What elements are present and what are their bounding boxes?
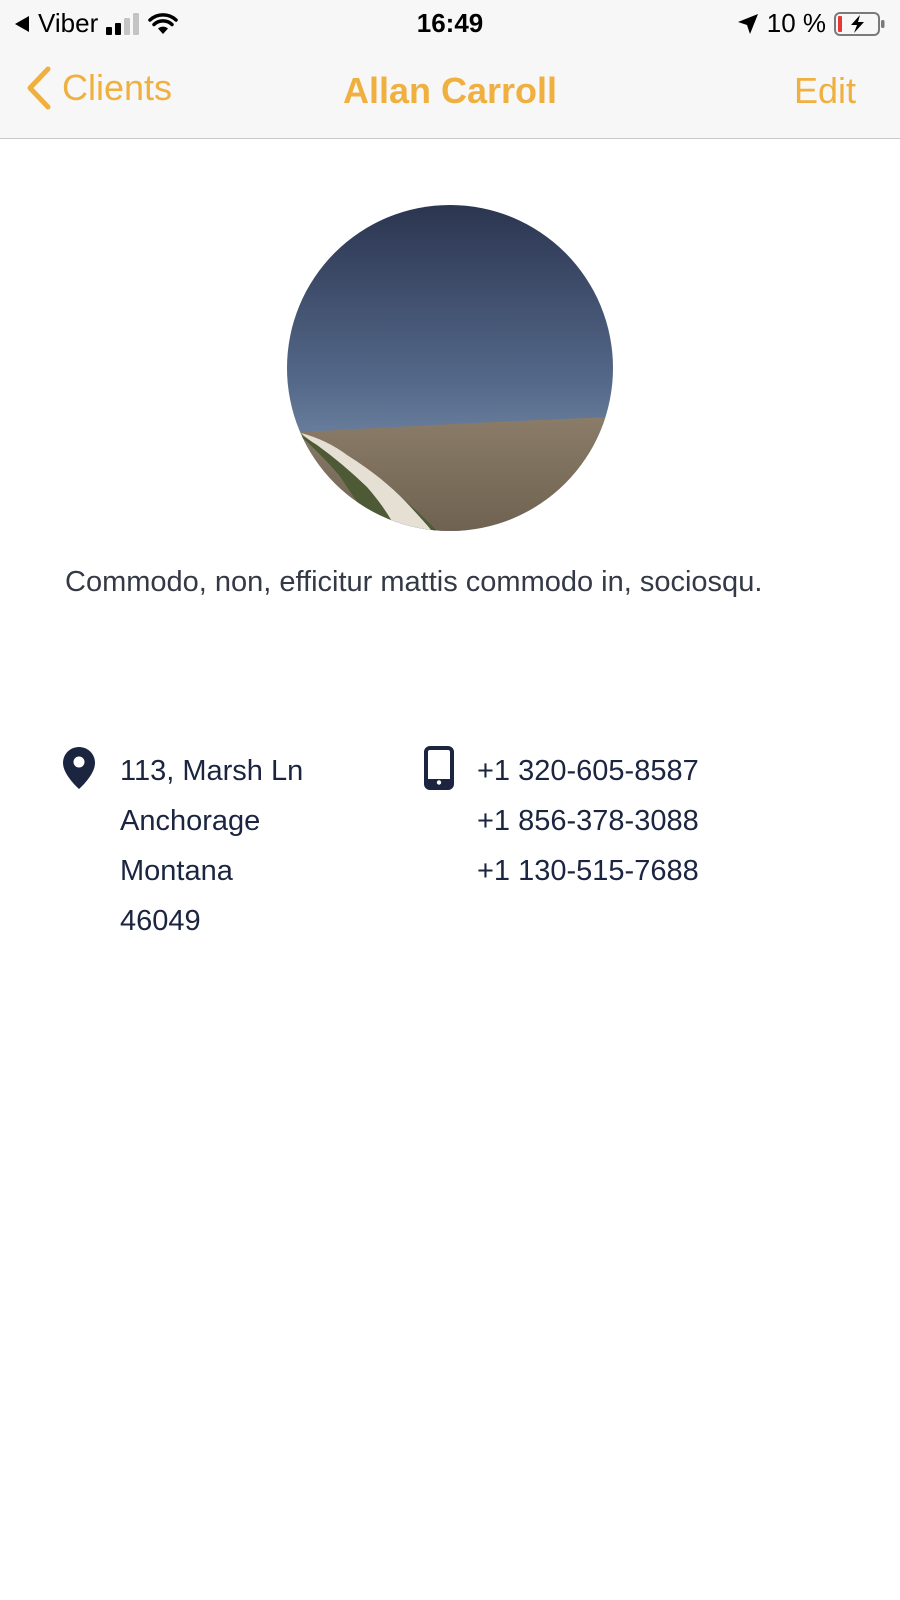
phone-number[interactable]: +1 320-605-8587 bbox=[477, 746, 699, 796]
avatar bbox=[287, 205, 613, 531]
address-city: Anchorage bbox=[120, 805, 261, 837]
phone-number[interactable]: +1 130-515-7688 bbox=[477, 846, 699, 896]
page-title: Allan Carroll bbox=[342, 70, 558, 111]
status-bar: Viber 16:49 10 % bbox=[0, 0, 900, 44]
phone-list: +1 320-605-8587 +1 856-378-3088 +1 130-5… bbox=[477, 746, 699, 896]
battery-percent: 10 % bbox=[766, 8, 826, 38]
address-state: Montana bbox=[120, 855, 233, 887]
client-description: Commodo, non, efficitur mattis commodo i… bbox=[65, 566, 763, 598]
location-arrow-icon bbox=[737, 13, 758, 34]
address-street: 113, Marsh Ln bbox=[120, 755, 304, 787]
battery-charging-icon bbox=[834, 11, 885, 36]
location-pin-icon bbox=[63, 747, 95, 789]
mobile-phone-icon bbox=[424, 746, 454, 790]
address-zip: 46049 bbox=[120, 905, 201, 937]
client-address: 113, Marsh Ln Anchorage Montana 46049 bbox=[120, 746, 303, 946]
phone-number[interactable]: +1 856-378-3088 bbox=[477, 796, 699, 846]
avatar-landscape-image bbox=[287, 205, 613, 531]
edit-button[interactable]: Edit bbox=[794, 70, 856, 112]
navigation-bar: Clients Allan Carroll Edit bbox=[0, 44, 900, 139]
status-right: 10 % bbox=[737, 8, 886, 39]
